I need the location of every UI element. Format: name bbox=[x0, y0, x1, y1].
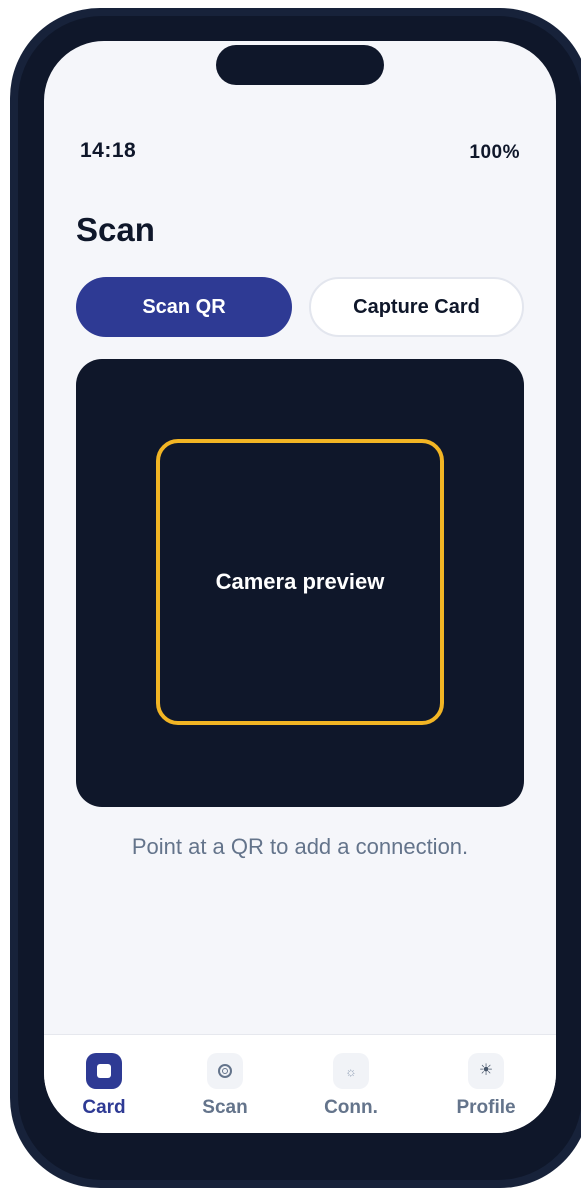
card-icon bbox=[86, 1053, 122, 1089]
bottom-tab-bar: Card Scan ☼ Conn. ☀ Profile bbox=[44, 1034, 556, 1133]
status-battery: 100% bbox=[469, 142, 520, 163]
tab-scan-label: Scan bbox=[202, 1097, 248, 1118]
tab-card-label: Card bbox=[82, 1097, 126, 1118]
scan-qr-label: Scan QR bbox=[142, 295, 226, 318]
phone-screen: 14:18 100% Scan Scan QR Capture Card Cam… bbox=[44, 41, 556, 1133]
profile-icon: ☀ bbox=[468, 1053, 504, 1089]
capture-card-label: Capture Card bbox=[353, 295, 480, 318]
tab-connections[interactable]: ☼ Conn. bbox=[321, 1053, 381, 1119]
tab-card[interactable]: Card bbox=[81, 1053, 127, 1119]
scan-qr-button[interactable]: Scan QR bbox=[76, 277, 292, 337]
camera-preview-panel: Camera preview bbox=[76, 359, 524, 807]
camera-preview-label: Camera preview bbox=[215, 569, 385, 594]
connections-icon: ☼ bbox=[333, 1053, 369, 1089]
status-time: 14:18 bbox=[80, 139, 137, 162]
scan-icon bbox=[207, 1053, 243, 1089]
tab-scan[interactable]: Scan bbox=[200, 1053, 250, 1119]
tab-profile-label: Profile bbox=[456, 1097, 516, 1118]
capture-card-button[interactable]: Capture Card bbox=[309, 277, 524, 337]
scan-hint-text: Point at a QR to add a connection. bbox=[131, 834, 469, 859]
tab-connections-label: Conn. bbox=[324, 1097, 378, 1118]
dynamic-island bbox=[216, 45, 384, 85]
tab-profile[interactable]: ☀ Profile bbox=[452, 1053, 520, 1119]
page-title: Scan bbox=[76, 211, 155, 248]
scan-frame: Camera preview bbox=[156, 439, 444, 725]
